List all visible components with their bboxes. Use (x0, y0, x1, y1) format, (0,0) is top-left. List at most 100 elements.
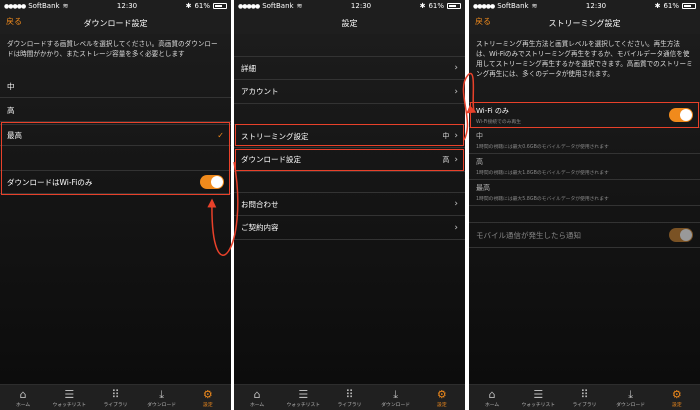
grid-icon: ⠿ (345, 388, 354, 401)
tab-label: ライブラリ (103, 403, 128, 408)
settings-content: ストリーミング再生方法と画質レベルを選択してください。再生方法は、Wi-Fiのみ… (469, 34, 700, 384)
tab-watchlist[interactable]: ☰ ウォッチリスト (51, 388, 87, 408)
notify-toggle[interactable] (669, 228, 693, 242)
tab-library[interactable]: ⠿ ライブラリ (331, 388, 367, 408)
tab-settings[interactable]: ⚙ 設定 (424, 388, 460, 408)
signal-icon: ●●●●● (238, 2, 260, 10)
clock: 12:30 (116, 2, 138, 10)
page-title: 設定 (341, 18, 358, 28)
settings-row-download[interactable]: ダウンロード設定 高 › (234, 148, 465, 172)
download-icon: ⤓ (393, 388, 399, 401)
option-row-high[interactable]: 高 (0, 100, 231, 122)
settings-row-streaming[interactable]: ストリーミング設定 中 › (234, 124, 465, 148)
bluetooth-icon: ✱ (185, 2, 192, 10)
wifi-only-toggle[interactable] (669, 108, 693, 122)
tab-label: ダウンロード (147, 403, 177, 408)
wifi-icon: ≋ (531, 2, 538, 10)
tab-label: ホーム (15, 403, 31, 408)
nav-bar: 戻る ストリーミング設定 (469, 12, 700, 34)
settings-row-contact[interactable]: お問合わせ › (234, 192, 465, 216)
option-title: 高 (476, 158, 483, 166)
description-text: ストリーミング再生方法と画質レベルを選択してください。再生方法は、Wi-Fiのみ… (476, 40, 693, 78)
option-row-highest[interactable]: 最高 ✓ (0, 124, 231, 146)
tab-label: ホーム (484, 403, 500, 408)
option-label: 中 (7, 82, 15, 91)
nav-bar: 戻る ダウンロード設定 (0, 12, 231, 34)
grid-icon: ⠿ (111, 388, 120, 401)
wifi-only-row[interactable]: Wi-Fi のみ Wi-Fi接続でのみ再生 (469, 102, 700, 128)
notify-label: モバイル通信が発生したら通知 (476, 230, 581, 240)
row-label: ダウンロード設定 (241, 155, 301, 164)
carrier-label: SoftBank (262, 2, 294, 10)
option-row-medium[interactable]: 中 (0, 76, 231, 98)
phone-screen-settings: ●●●●● SoftBank ≋ 12:30 ✱ 61% 設定 詳細 › アカウント › … (234, 0, 465, 410)
row-label: ご契約内容 (241, 223, 279, 232)
tab-label: ライブラリ (572, 403, 597, 408)
tab-label: ダウンロード (381, 403, 411, 408)
page-title: ダウンロード設定 (83, 18, 148, 28)
list-icon: ☰ (533, 388, 544, 401)
option-title: 中 (476, 132, 483, 140)
clock: 12:30 (585, 2, 607, 10)
settings-row-account[interactable]: アカウント › (234, 80, 465, 104)
tab-label: 設定 (203, 403, 213, 408)
tab-home[interactable]: ⌂ ホーム (5, 388, 41, 408)
tab-label: ホーム (249, 403, 265, 408)
tab-watchlist[interactable]: ☰ ウォッチリスト (285, 388, 321, 408)
option-row-high[interactable]: 高 1時間の視聴には最大1.8GBのモバイルデータが使用されます (469, 154, 700, 180)
option-label: 最高 (7, 130, 22, 140)
wifi-only-row: ダウンロードはWi-Fiのみ (0, 170, 231, 194)
checkmark-icon: ✓ (217, 130, 224, 140)
bluetooth-icon: ✱ (654, 2, 661, 10)
description-text: ダウンロードする画質レベルを選択してください。高画質のダウンロードは時間がかかり… (7, 40, 218, 58)
battery-percent: 61% (663, 2, 679, 10)
option-row-highest[interactable]: 最高 1時間の視聴には最大5.8GBのモバイルデータが使用されます (469, 180, 700, 206)
battery-icon (213, 3, 227, 9)
download-icon: ⤓ (628, 388, 634, 401)
list-icon: ☰ (298, 388, 309, 401)
wifi-only-label: ダウンロードはWi-Fiのみ (7, 177, 93, 187)
tab-download[interactable]: ⤓ ダウンロード (144, 388, 180, 408)
tab-library[interactable]: ⠿ ライブラリ (566, 388, 602, 408)
tab-settings[interactable]: ⚙ 設定 (659, 388, 695, 408)
chevron-right-icon: › (454, 131, 458, 141)
back-button[interactable]: 戻る (475, 16, 491, 27)
settings-row-contract[interactable]: ご契約内容 › (234, 216, 465, 240)
row-label: お問合わせ (241, 199, 279, 209)
settings-row-details[interactable]: 詳細 › (234, 56, 465, 80)
phone-screen-streaming-settings: ●●●●● SoftBank ≋ 12:30 ✱ 61% 戻る ストリーミング設定 ス… (469, 0, 700, 410)
signal-icon: ●●●●● (4, 2, 26, 10)
tab-library[interactable]: ⠿ ライブラリ (97, 388, 133, 408)
clock: 12:30 (350, 2, 372, 10)
tab-download[interactable]: ⤓ ダウンロード (378, 388, 414, 408)
tab-settings[interactable]: ⚙ 設定 (190, 388, 226, 408)
status-bar: ●●●●● SoftBank ≋ 12:30 ✱ 61% (234, 0, 465, 12)
tab-download[interactable]: ⤓ ダウンロード (613, 388, 649, 408)
nav-bar: 設定 (234, 12, 465, 34)
tab-home[interactable]: ⌂ ホーム (239, 388, 275, 408)
wifi-icon: ≋ (296, 2, 303, 10)
home-icon: ⌂ (19, 388, 27, 401)
tab-label: 設定 (437, 403, 447, 408)
tab-watchlist[interactable]: ☰ ウォッチリスト (520, 388, 556, 408)
option-row-medium[interactable]: 中 1時間の視聴には最大0.6GBのモバイルデータが使用されます (469, 128, 700, 154)
gear-icon: ⚙ (671, 388, 682, 401)
wifi-only-toggle[interactable] (200, 175, 224, 189)
row-label: ストリーミング設定 (241, 131, 309, 141)
tab-label: 設定 (672, 403, 682, 408)
tab-label: ライブラリ (337, 403, 362, 408)
carrier-label: SoftBank (497, 2, 529, 10)
bluetooth-icon: ✱ (419, 2, 426, 10)
status-bar: ●●●●● SoftBank ≋ 12:30 ✱ 61% (469, 0, 700, 12)
tab-home[interactable]: ⌂ ホーム (474, 388, 510, 408)
tab-label: ウォッチリスト (521, 403, 556, 408)
back-button[interactable]: 戻る (6, 16, 22, 27)
page-title: ストリーミング設定 (548, 18, 621, 28)
phone-screen-download-settings: ●●●●● SoftBank ≋ 12:30 ✱ 61% 戻る ダウンロード設定 ダウ… (0, 0, 231, 410)
row-value: 高 (442, 155, 450, 164)
list-icon: ☰ (64, 388, 75, 401)
wifi-icon: ≋ (62, 2, 69, 10)
chevron-right-icon: › (454, 63, 458, 73)
tab-label: ダウンロード (616, 403, 646, 408)
battery-icon (682, 3, 696, 9)
